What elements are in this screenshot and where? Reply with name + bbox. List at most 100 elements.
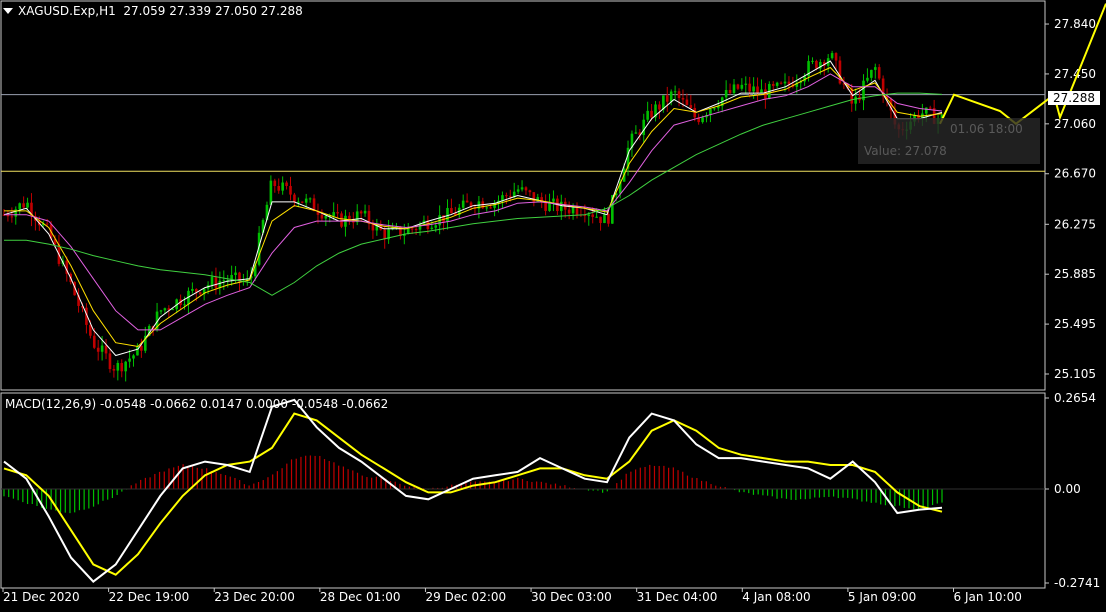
macd-signal-line	[3, 412, 943, 576]
candle-body	[516, 189, 520, 192]
x-tick-label: 30 Dec 03:00	[531, 590, 612, 604]
candle-body	[650, 110, 653, 118]
candle-body	[351, 221, 355, 223]
candle-body	[281, 182, 284, 191]
candle-body	[324, 215, 328, 219]
candle-body	[132, 355, 135, 359]
x-tick-label: 4 Jan 08:00	[742, 590, 810, 604]
macd-main-line	[3, 398, 943, 583]
candle-body	[434, 225, 438, 228]
candle-body	[92, 335, 96, 348]
candle-body	[701, 117, 704, 123]
candle-body	[214, 276, 218, 288]
candle-body	[760, 89, 763, 94]
macd-header: MACD(12,26,9) -0.0548 -0.0662 0.0147 0.0…	[5, 397, 389, 411]
candle-body	[104, 345, 108, 354]
candles-group	[2, 50, 944, 382]
x-tick-label: 21 Dec 2020	[3, 590, 80, 604]
candle-body	[234, 272, 237, 276]
candle-body	[634, 132, 638, 134]
candle-body	[677, 91, 681, 98]
x-tick-label: 22 Dec 19:00	[109, 590, 190, 604]
y-tick-label: 25.495	[1054, 317, 1096, 331]
candle-body	[752, 86, 755, 92]
macd-y-tick-label: 0.2654	[1054, 391, 1096, 405]
candle-body	[461, 200, 465, 208]
candle-body	[732, 84, 736, 93]
candle-body	[658, 104, 661, 110]
candle-body	[140, 345, 143, 351]
candle-body	[320, 214, 324, 219]
candle-body	[332, 212, 335, 216]
candle-body	[748, 83, 751, 92]
x-tick-label: 6 Jan 10:00	[954, 590, 1022, 604]
macd-y-tick-label: -0.2741	[1054, 576, 1100, 590]
candle-body	[575, 206, 579, 215]
x-tick-label: 31 Dec 04:00	[637, 590, 718, 604]
candle-body	[815, 60, 818, 69]
candle-body	[18, 203, 21, 210]
candle-body	[308, 198, 312, 200]
y-tick-label: 26.275	[1054, 217, 1096, 231]
candle-body	[642, 119, 646, 136]
tooltip-time: 01.06 18:00	[950, 122, 1023, 136]
candle-body	[163, 308, 167, 311]
candle-body	[430, 227, 434, 229]
candle-body	[96, 347, 100, 352]
x-tick-label: 5 Jan 09:00	[848, 590, 916, 604]
candle-body	[289, 185, 292, 195]
candle-body	[599, 216, 602, 224]
candle-body	[273, 180, 277, 187]
candle-body	[277, 186, 281, 191]
candle-body	[508, 196, 512, 198]
candle-body	[669, 91, 673, 102]
ohlc-values: 27.059 27.339 27.050 27.288	[123, 4, 303, 18]
candle-body	[100, 345, 104, 352]
candle-body	[587, 214, 591, 217]
y-tick-label: 27.840	[1054, 17, 1096, 31]
candle-body	[552, 198, 555, 202]
tooltip-value: Value: 27.078	[864, 144, 947, 158]
candle-body	[681, 97, 685, 100]
candle-body	[340, 213, 343, 227]
candle-body	[128, 358, 131, 362]
candle-body	[210, 276, 214, 286]
candle-body	[528, 190, 532, 193]
candle-body	[560, 201, 563, 212]
chart-area[interactable]: 27.840 27.450 27.060 26.670 26.275 25.885 25.4…	[0, 0, 1106, 608]
menu-triangle-icon[interactable]	[3, 8, 13, 14]
macd-y-tick-label: 0.00	[1054, 482, 1081, 496]
candle-body	[218, 280, 222, 288]
candle-body	[489, 207, 492, 209]
candle-body	[928, 107, 932, 109]
candle-body	[877, 67, 881, 79]
main-header: XAGUSD.Exp,H1 27.059 27.339 27.050 27.28…	[18, 4, 303, 18]
x-tick-label: 28 Dec 01:00	[320, 590, 401, 604]
candle-body	[544, 202, 547, 211]
candle-body	[410, 228, 414, 230]
candle-body	[124, 361, 127, 372]
candle-body	[854, 96, 857, 104]
candle-body	[336, 212, 339, 214]
candle-body	[285, 182, 288, 186]
candle-body	[830, 53, 834, 59]
moving-average-line	[4, 66, 943, 348]
candle-body	[567, 209, 571, 214]
candle-body	[10, 216, 14, 218]
candle-body	[183, 304, 186, 306]
candle-body	[383, 229, 386, 240]
candle-body	[159, 310, 163, 312]
main-panel-border	[0, 0, 1046, 391]
candle-body	[595, 216, 598, 218]
candle-body	[300, 201, 304, 203]
candle-body	[89, 324, 92, 336]
candle-body	[505, 195, 508, 197]
candle-body	[120, 363, 124, 372]
candle-body	[524, 187, 528, 191]
chart-svg[interactable]: 27.84027.45027.06026.67026.27525.88525.4…	[0, 0, 1106, 608]
candle-body	[646, 110, 649, 120]
candle-body	[736, 84, 740, 89]
candle-body	[775, 82, 779, 86]
candle-body	[834, 53, 838, 61]
candle-body	[222, 280, 226, 282]
